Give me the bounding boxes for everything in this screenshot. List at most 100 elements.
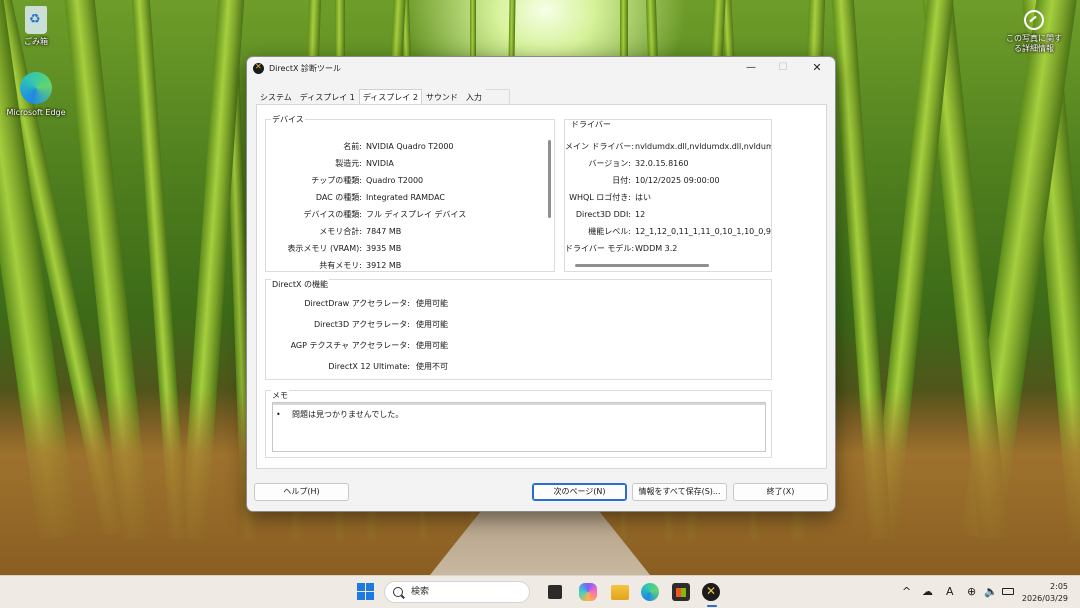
driver-value: nvldumdx.dll,nvldumdx.dll,nvldumdx. [635,142,772,151]
recycle-bin-shortcut[interactable]: ごみ箱 [14,6,58,47]
minimize-button[interactable]: — [735,57,767,79]
notes-item-text: 問題は見つかりませんでした。 [292,410,404,419]
device-scrollbar[interactable] [548,140,551,218]
globe-icon[interactable]: ⊕ [967,585,976,598]
device-value: フル ディスプレイ デバイス [366,210,467,219]
driver-value: 32.0.15.8160 [635,159,689,168]
recycle-bin-icon [25,6,47,34]
tab-system[interactable]: システム [256,89,296,104]
feature-value: 使用不可 [416,362,448,371]
next-page-button[interactable]: 次のページ(N) [532,483,627,501]
device-key: 共有メモリ: [319,261,362,270]
driver-scrollbar[interactable] [575,264,709,267]
edge-taskbar-icon[interactable] [641,583,659,601]
windows-logo-icon [357,592,365,600]
copilot-icon[interactable] [579,583,597,601]
spotlight-label: この写真に関する詳細情報 [1006,34,1062,53]
feature-key: AGP テクスチャ アクセラレータ: [290,341,410,350]
edge-label: Microsoft Edge [6,108,66,117]
feature-key: Direct3D アクセラレータ: [313,320,410,329]
clock-date: 2026/03/29 [1021,594,1068,603]
device-group-title: デバイス [271,114,305,125]
dxdiag-x-icon: ✕ [706,584,717,598]
ime-indicator[interactable]: A [946,585,954,598]
close-button[interactable]: ✕ [801,57,833,79]
tab-display-1[interactable]: ディスプレイ 1 [296,89,359,104]
driver-value: WDDM 3.2 [635,244,678,253]
tab-sound[interactable]: サウンド [422,89,462,104]
windows-logo-icon [366,592,374,600]
device-key: 名前: [343,142,362,151]
task-view-icon[interactable] [548,585,562,599]
notes-group-title: メモ [271,390,289,401]
file-explorer-icon[interactable] [611,585,629,600]
driver-value: はい [635,193,651,202]
taskbar-search-box[interactable]: 検索 [384,581,530,603]
window-title: DirectX 診断ツール [269,63,341,73]
dxdiag-window: DirectX 診断ツール — ☐ ✕ システム ディスプレイ 1 ディスプレイ… [246,56,836,512]
save-all-button[interactable]: 情報をすべて保存(S)... [632,483,727,501]
driver-value: 10/12/2025 09:00:00 [635,176,720,185]
tab-panel: デバイス 名前: NVIDIA Quadro T2000 製造元: NVIDIA… [256,104,827,469]
tab-display-2[interactable]: ディスプレイ 2 [358,89,422,105]
dxdiag-taskbar-icon[interactable]: ✕ [702,583,720,601]
notes-group: メモ • 問題は見つかりませんでした。 [265,390,772,458]
driver-key: メイン ドライバー: [565,142,635,151]
device-value: 3935 MB [366,244,402,253]
notes-top-border [273,403,765,405]
driver-key: 機能レベル: [588,227,631,236]
driver-key: WHQL ロゴ付き: [569,193,631,202]
search-placeholder: 検索 [411,587,430,597]
notes-textbox[interactable]: • 問題は見つかりませんでした。 [272,402,766,452]
spotlight-info[interactable]: この写真に関する詳細情報 [994,10,1074,54]
battery-icon[interactable] [1002,588,1014,595]
edge-shortcut[interactable]: Microsoft Edge [4,72,68,117]
device-key: 製造元: [335,159,362,168]
tab-input[interactable]: 入力 [462,89,486,104]
driver-key: バージョン: [588,159,631,168]
windows-logo-icon [366,583,374,591]
device-key: メモリ合計: [319,227,362,236]
feature-key: DirectX 12 Ultimate: [328,362,410,371]
driver-key: Direct3D DDI: [575,210,631,219]
windows-logo-icon [357,583,365,591]
edge-icon [20,72,52,104]
device-value: Quadro T2000 [366,176,424,185]
feature-key: DirectDraw アクセラレータ: [304,299,410,308]
show-hidden-icons[interactable]: ^ [902,585,911,598]
store-icon[interactable] [672,583,690,601]
feature-value: 使用可能 [416,341,448,350]
device-value: NVIDIA Quadro T2000 [366,142,454,151]
clock[interactable]: 2:05 2026/03/29 [1022,581,1068,605]
directx-features-group: DirectX の機能 DirectDraw アクセラレータ: 使用可能 Dir… [265,279,772,380]
feature-value: 使用可能 [416,299,448,308]
volume-icon[interactable]: 🔈 [984,585,998,598]
cloud-icon[interactable]: ☁ [922,585,933,598]
help-button[interactable]: ヘルプ(H) [254,483,349,501]
device-value: Integrated RAMDAC [366,193,445,202]
device-key: デバイスの種類: [303,210,362,219]
feature-value: 使用可能 [416,320,448,329]
tab-strip-end [485,89,510,104]
dxdiag-icon [253,62,264,74]
driver-value: 12_1,12_0,11_1,11_0,10_1,10_0,9_3,9_2 [635,227,771,236]
clock-time: 2:05 [1050,582,1068,591]
camera-info-icon [1024,10,1044,30]
maximize-button[interactable]: ☐ [767,57,799,79]
exit-button[interactable]: 終了(X) [733,483,828,501]
start-button[interactable] [357,583,375,601]
device-value: NVIDIA [366,159,394,168]
driver-group: ドライバー メイン ドライバー: nvldumdx.dll,nvldumdx.d… [564,119,772,272]
bullet-icon: • [276,410,281,419]
device-group: デバイス 名前: NVIDIA Quadro T2000 製造元: NVIDIA… [265,114,555,272]
driver-key: 日付: [612,176,631,185]
notes-item: • 問題は見つかりませんでした。 [276,409,403,420]
features-group-title: DirectX の機能 [271,279,329,290]
device-value: 3912 MB [366,261,402,270]
device-key: 表示メモリ (VRAM): [287,244,362,253]
device-key: チップの種類: [311,176,362,185]
driver-key: ドライバー モデル: [565,244,635,253]
driver-value: 12 [635,210,646,219]
driver-group-title: ドライバー [570,120,612,130]
active-app-indicator [707,605,717,607]
